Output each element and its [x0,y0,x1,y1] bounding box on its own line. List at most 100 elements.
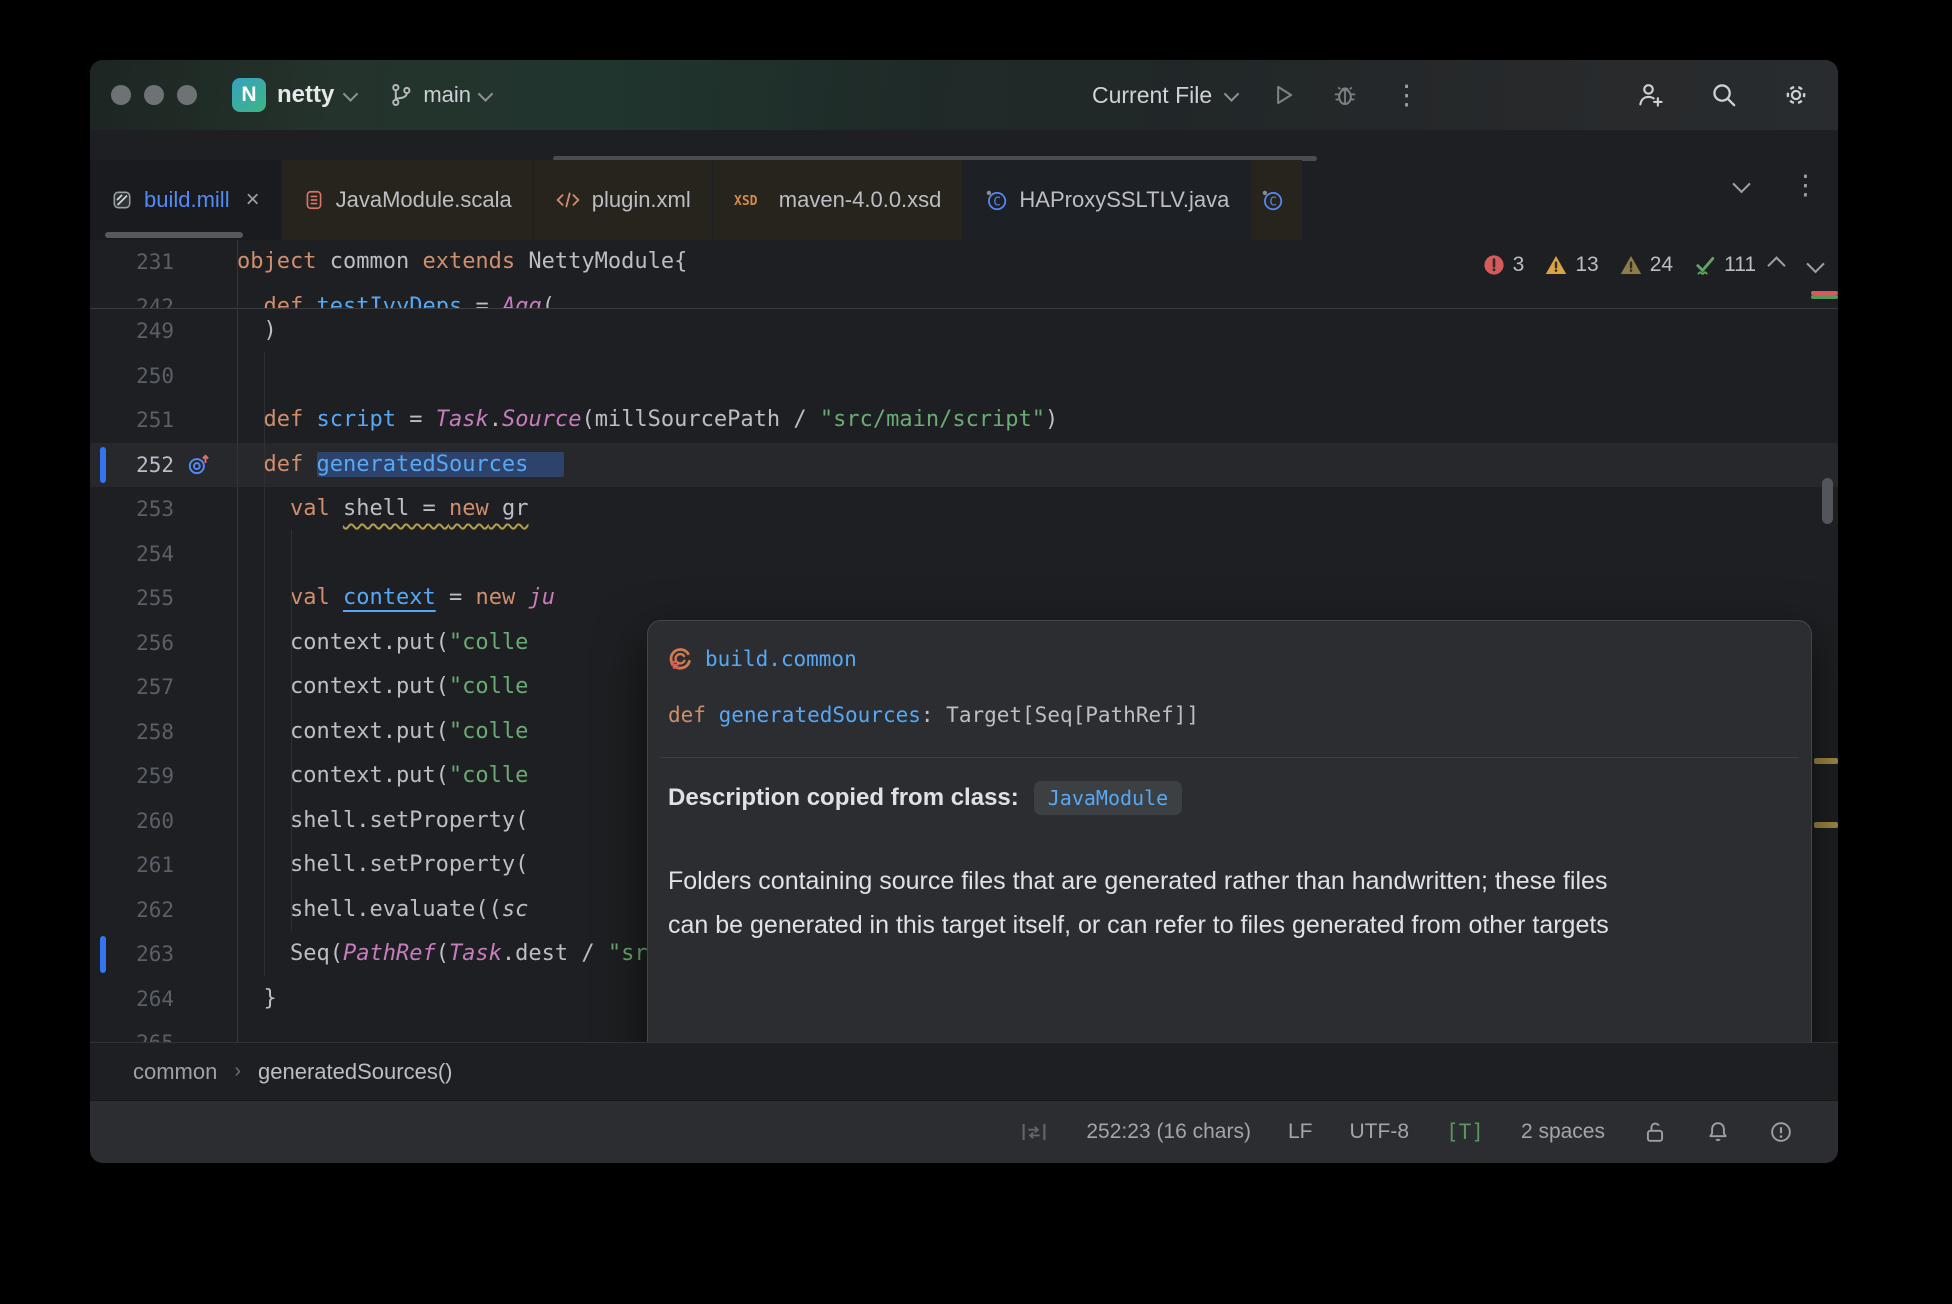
gutter[interactable]: 263 [90,932,237,977]
popup-body-text: Folders containing source files that are… [668,859,1609,947]
svg-text:C: C [1270,194,1278,209]
gutter[interactable]: 261 [90,843,237,888]
breadcrumb-item[interactable]: common [133,1059,217,1085]
warnings-item[interactable]: 13 [1544,253,1598,277]
gutter[interactable]: 253 [90,487,237,532]
tab-options-button[interactable]: ⋮ [1792,130,1819,240]
statusbar-file-encoding[interactable]: UTF-8 [1350,1120,1410,1144]
code-text: def testIvyDeps = Agg( [237,285,555,310]
code-line-252[interactable]: 252 def generatedSources [90,443,1838,488]
status-bar: 252:23 (16 chars) LF UTF-8 [T] 2 spaces [90,1100,1838,1163]
description-label: Description copied from class: [668,784,1019,812]
previous-problem-button[interactable] [1767,256,1785,274]
editor-area[interactable]: 249 )250251 def script = Task.Source(mil… [90,240,1838,1042]
close-tab-icon[interactable]: × [246,188,260,212]
code-line-251[interactable]: 251 def script = Task.Source(millSourceP… [90,398,1838,443]
line-number: 261 [90,843,174,888]
gutter[interactable]: 251 [90,398,237,443]
close-window-button[interactable] [111,85,131,105]
gutter[interactable]: 255 [90,576,237,621]
gutter[interactable]: 256 [90,621,237,666]
git-branch-icon [388,82,414,108]
warning-stripe-mark [1814,822,1838,828]
override-icon[interactable] [186,452,212,478]
line-number: 252 [90,443,174,488]
statusbar-lock-status[interactable] [1642,1119,1668,1145]
debug-button[interactable] [1331,82,1359,108]
gutter[interactable]: 262 [90,888,237,933]
popup-context-link[interactable]: build.common [705,647,857,671]
tab-maven-4.0.0.xsd[interactable]: XSDmaven-4.0.0.xsd [712,160,963,240]
file-encoding-label: UTF-8 [1350,1120,1410,1144]
statusbar-column-selection-toggle[interactable] [1019,1119,1049,1145]
statusbar-highlighting-level[interactable]: [T] [1446,1120,1484,1144]
code-line-249[interactable]: 249 ) [90,309,1838,354]
code-text: def generatedSources [237,443,564,488]
error-stripe-mark [1811,291,1838,295]
line-number: 257 [90,665,174,710]
class-chip[interactable]: JavaModule [1034,781,1182,815]
statusbar-inspections-status[interactable] [1768,1119,1794,1145]
code-text: ) [237,309,277,354]
zoom-window-button[interactable] [177,85,197,105]
bell-icon [1705,1119,1731,1145]
mill-logo-icon [666,645,694,673]
errors-item[interactable]: 3 [1482,253,1525,277]
run-configuration-selector[interactable]: Current File [1092,82,1237,109]
next-problem-button[interactable] [1806,254,1824,272]
hidden-tabs-button[interactable] [1735,130,1748,240]
weak-warnings-item[interactable]: 24 [1619,253,1673,277]
gutter[interactable]: 264 [90,977,237,1022]
gutter[interactable]: 250 [90,354,237,399]
line-number: 265 [90,1021,174,1042]
more-run-actions-button[interactable]: ⋮ [1393,82,1420,109]
search-everywhere-button[interactable] [1710,81,1738,109]
line-number: 260 [90,799,174,844]
gutter[interactable]: 260 [90,799,237,844]
statusbar-indent-style[interactable]: 2 spaces [1521,1120,1605,1144]
breadcrumb-item[interactable]: generatedSources() [258,1059,452,1085]
body-line: Folders containing source files that are… [668,859,1609,903]
gutter[interactable]: 259 [90,754,237,799]
settings-gear-button[interactable] [1782,81,1810,109]
gutter[interactable]: 249 [90,309,237,354]
editor-tab-strip: build.mill × JavaModule.scalaplugin.xmlXSD… [90,130,1838,240]
line-number: 242 [90,285,174,310]
line-number: 249 [90,309,174,354]
gutter[interactable]: 258 [90,710,237,755]
gutter[interactable]: 265 [90,1021,237,1042]
gutter[interactable]: 257 [90,665,237,710]
tab-scroll-thumb[interactable] [105,232,243,238]
code-line-254[interactable]: 254 [90,532,1838,577]
code-with-me-button[interactable] [1636,81,1666,109]
statusbar-line-separator[interactable]: LF [1288,1120,1313,1144]
passed-item[interactable]: 111 [1693,253,1756,277]
code-line-255[interactable]: 255 val context = new ju [90,576,1838,621]
warning-stripe-mark [1814,758,1838,764]
statusbar-notifications[interactable] [1705,1119,1731,1145]
tab-label: build.mill [144,187,230,213]
project-widget[interactable]: N netty [232,78,356,112]
chevron-down-icon [1224,86,1240,102]
tab-JavaModule.scala[interactable]: JavaModule.scala [281,160,533,240]
tab-build.mill[interactable]: build.mill × [90,160,281,240]
scala-file-icon [303,189,325,211]
editor-scrollbar-thumb[interactable] [1822,478,1833,524]
unlock-icon [1642,1119,1668,1145]
gutter[interactable]: 254 [90,532,237,577]
vcs-branch-widget[interactable]: main [388,82,491,108]
tab-clipped[interactable]: C [1250,160,1302,240]
tab-HAProxySSLTLV.java[interactable]: CHAProxySSLTLV.java [962,160,1250,240]
code-line-250[interactable]: 250 [90,354,1838,399]
errors-count: 3 [1513,253,1525,277]
code-text: } [237,977,277,1022]
gutter[interactable]: 242 [90,285,237,310]
run-button[interactable] [1271,82,1297,108]
minimize-window-button[interactable] [144,85,164,105]
code-line-253[interactable]: 253 val shell = new gr [90,487,1838,532]
gutter[interactable]: 231 [90,240,237,285]
gutter[interactable]: 252 [90,443,237,488]
gutter-separator [237,240,238,1042]
tab-plugin.xml[interactable]: plugin.xml [533,160,712,240]
statusbar-caret-position[interactable]: 252:23 (16 chars) [1086,1120,1251,1144]
